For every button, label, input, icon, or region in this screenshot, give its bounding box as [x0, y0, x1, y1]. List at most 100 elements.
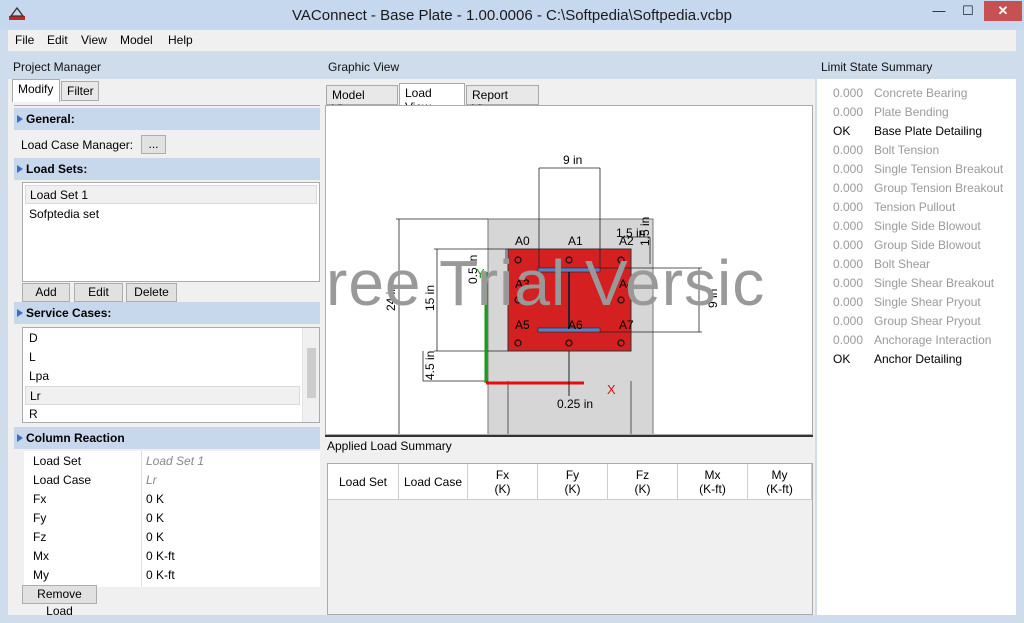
- limit-state-pane: 0.000 Concrete Bearing 0.000 Plate Bendi…: [817, 79, 1016, 615]
- column-header[interactable]: Mx (K-ft): [678, 464, 748, 500]
- column-header[interactable]: Load Set: [328, 464, 399, 500]
- edit-load-set-button[interactable]: Edit: [74, 283, 123, 302]
- limit-state-label: Group Shear Pryout: [874, 314, 981, 328]
- prop-value-fx[interactable]: 0 K: [146, 492, 164, 506]
- column-header[interactable]: Load Case: [399, 464, 468, 500]
- minimize-button[interactable]: —: [926, 1, 952, 21]
- applied-load-title: Applied Load Summary: [327, 439, 452, 453]
- menu-view[interactable]: View: [81, 33, 107, 47]
- menu-help[interactable]: Help: [168, 33, 193, 47]
- remove-load-button[interactable]: Remove Load: [22, 585, 97, 618]
- limit-state-value: 0.000: [833, 219, 864, 233]
- column-reaction-header[interactable]: Column Reaction: [14, 427, 320, 449]
- limit-state-value: 0.000: [833, 162, 864, 176]
- tab-load-view[interactable]: Load View: [399, 83, 465, 114]
- anchor-label: A6: [568, 318, 583, 332]
- close-button[interactable]: ✕: [984, 1, 1022, 21]
- menu-bar: File Edit View Model Help: [8, 30, 1016, 52]
- tab-modify[interactable]: Modify: [12, 79, 60, 102]
- prop-label-mx: Mx: [33, 549, 49, 563]
- limit-state-value: 0.000: [833, 295, 864, 309]
- load-case-manager-label: Load Case Manager:: [21, 138, 134, 152]
- limit-state-value: OK: [833, 352, 851, 366]
- column-header[interactable]: Fx (K): [468, 464, 538, 500]
- prop-label-load-set: Load Set: [33, 454, 82, 468]
- list-item[interactable]: Lr: [25, 386, 300, 405]
- limit-state-label: Anchor Detailing: [874, 352, 963, 366]
- service-cases-header[interactable]: Service Cases:: [14, 302, 320, 324]
- delete-load-set-button[interactable]: Delete: [126, 283, 177, 302]
- tab-report-view[interactable]: Report View: [466, 85, 539, 116]
- applied-load-table[interactable]: Load Set Load Case Fx (K) Fy (K) Fz (K) …: [327, 463, 813, 615]
- limit-state-value: 0.000: [833, 200, 864, 214]
- limit-state-value: 0.000: [833, 314, 864, 328]
- service-cases-list[interactable]: D L Lpa Lr R: [22, 327, 320, 423]
- service-cases-label: Service Cases:: [26, 306, 112, 320]
- column-header[interactable]: My (K-ft): [748, 464, 812, 500]
- load-sets-list[interactable]: Load Set 1 Sofptedia set: [22, 182, 320, 282]
- menu-edit[interactable]: Edit: [47, 33, 68, 47]
- project-manager-header: Project Manager: [8, 55, 323, 79]
- list-item[interactable]: D: [25, 329, 300, 348]
- list-item[interactable]: Lpa: [25, 367, 300, 386]
- dim-label: 4.5 in: [423, 350, 437, 380]
- load-case-manager-button[interactable]: ...: [141, 135, 166, 154]
- prop-label-my: My: [33, 568, 49, 582]
- window-title: VAConnect - Base Plate - 1.00.0006 - C:\…: [292, 7, 732, 24]
- prop-value-mx[interactable]: 0 K-ft: [146, 549, 175, 563]
- project-manager-pane: Modify Filter General: Load Case Manager…: [8, 79, 323, 618]
- anchor-label: A7: [619, 318, 634, 332]
- limit-state-label: Single Tension Breakout: [874, 162, 1004, 176]
- limit-state-label: Single Side Blowout: [874, 219, 981, 233]
- expand-arrow-icon: [17, 165, 23, 173]
- scrollbar-thumb[interactable]: [307, 348, 316, 398]
- list-item[interactable]: Sofptedia set: [25, 205, 317, 224]
- x-axis-label: X: [607, 382, 616, 397]
- list-item[interactable]: L: [25, 348, 300, 367]
- limit-state-label: Tension Pullout: [874, 200, 956, 214]
- prop-value-fy[interactable]: 0 K: [146, 511, 164, 525]
- menu-file[interactable]: File: [15, 33, 34, 47]
- tab-filter[interactable]: Filter: [61, 81, 99, 101]
- expand-arrow-icon: [17, 115, 23, 123]
- limit-state-label: Group Side Blowout: [874, 238, 981, 252]
- limit-state-value: 0.000: [833, 181, 864, 195]
- list-item[interactable]: R: [25, 405, 300, 422]
- limit-state-label: Plate Bending: [874, 105, 949, 119]
- limit-state-value: 0.000: [833, 257, 864, 271]
- load-sets-label: Load Sets:: [26, 162, 88, 176]
- prop-value-load-case[interactable]: Lr: [146, 473, 157, 487]
- expand-arrow-icon: [17, 309, 23, 317]
- tab-model-view[interactable]: Model View: [326, 85, 398, 116]
- load-view-canvas[interactable]: 9 in 1.5 in 1.5 in 0.5 in 15 in 24 in 9 …: [325, 105, 813, 435]
- prop-value-fz[interactable]: 0 K: [146, 530, 164, 544]
- limit-state-value: 0.000: [833, 143, 864, 157]
- limit-state-value: 0.000: [833, 105, 864, 119]
- graphic-view-header: Graphic View: [323, 55, 815, 79]
- maximize-button[interactable]: ☐: [955, 1, 981, 21]
- limit-state-label: Bolt Shear: [874, 257, 931, 271]
- list-item[interactable]: Load Set 1: [25, 185, 317, 204]
- limit-state-label: Bolt Tension: [874, 143, 940, 157]
- general-header[interactable]: General:: [14, 108, 320, 130]
- service-cases-scrollbar[interactable]: [302, 328, 319, 422]
- dim-label: 1.5 in: [638, 216, 652, 246]
- prop-value-load-set[interactable]: Load Set 1: [146, 454, 204, 468]
- add-load-set-button[interactable]: Add: [22, 283, 70, 302]
- column-header[interactable]: Fy (K): [538, 464, 608, 500]
- limit-state-value: 0.000: [833, 86, 864, 100]
- limit-state-label: Single Shear Breakout: [874, 276, 995, 290]
- grid-divider: [141, 451, 142, 587]
- prop-label-fy: Fy: [33, 511, 47, 525]
- prop-value-my[interactable]: 0 K-ft: [146, 568, 175, 582]
- limit-state-label: Anchorage Interaction: [874, 333, 992, 347]
- prop-label-fz: Fz: [33, 530, 47, 544]
- anchor-label: A5: [515, 318, 530, 332]
- column-header[interactable]: Fz (K): [608, 464, 678, 500]
- prop-label-load-case: Load Case: [33, 473, 92, 487]
- menu-model[interactable]: Model: [120, 33, 153, 47]
- general-label: General:: [26, 112, 75, 126]
- load-sets-header[interactable]: Load Sets:: [14, 158, 320, 180]
- column-reaction-grid: [24, 451, 320, 587]
- limit-state-label: Concrete Bearing: [874, 86, 968, 100]
